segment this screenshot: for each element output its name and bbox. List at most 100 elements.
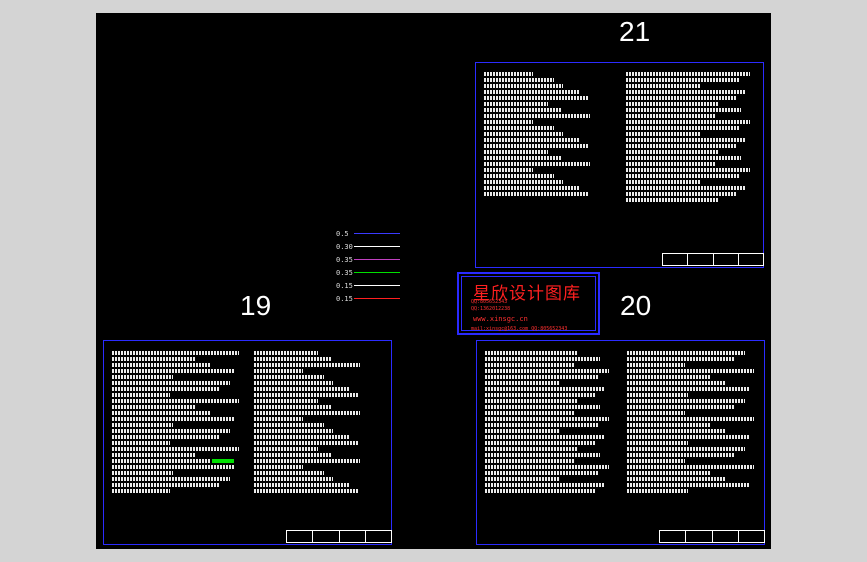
text-line	[626, 192, 754, 196]
text-block-left	[484, 72, 612, 196]
text-line	[485, 363, 613, 367]
text-line	[485, 369, 613, 373]
drawing-sheet-21[interactable]	[475, 62, 764, 268]
text-line	[254, 387, 382, 391]
text-line	[112, 471, 240, 475]
text-line	[112, 405, 240, 409]
text-line	[112, 465, 240, 469]
text-line	[254, 363, 382, 367]
drawing-sheet-19[interactable]	[103, 340, 392, 545]
legend-line	[354, 272, 400, 273]
text-line	[112, 393, 240, 397]
watermark-email: mail:xinsgc@163.com QQ:805652343	[471, 326, 568, 332]
text-line	[254, 399, 382, 403]
text-line	[254, 375, 382, 379]
text-line	[485, 465, 613, 469]
sheet-number-19: 19	[240, 290, 272, 321]
text-line	[485, 459, 613, 463]
text-line	[112, 357, 240, 361]
legend-line	[354, 259, 400, 260]
legend-label: 0.5	[336, 229, 349, 238]
lineweight-legend: 0.5 0.30 0.35 0.35 0.15 0.15	[336, 229, 400, 303]
text-line	[112, 435, 240, 439]
text-line	[627, 465, 755, 469]
text-line	[484, 174, 612, 178]
text-line	[627, 459, 755, 463]
text-line	[254, 453, 382, 457]
text-line	[112, 447, 240, 451]
title-block	[662, 253, 764, 266]
text-line	[484, 90, 612, 94]
text-block-left	[112, 351, 240, 493]
legend-label: 0.15	[336, 281, 353, 290]
text-block-right	[254, 351, 382, 493]
text-line	[485, 489, 613, 493]
text-line	[484, 192, 612, 196]
text-line	[626, 180, 754, 184]
text-line	[626, 108, 754, 112]
legend-row: 0.15	[336, 294, 400, 303]
text-line	[112, 453, 240, 457]
text-line	[627, 381, 755, 385]
legend-line	[354, 298, 400, 299]
text-line	[627, 417, 755, 421]
text-line	[254, 411, 382, 415]
text-line	[626, 96, 754, 100]
text-line	[254, 357, 382, 361]
sheet-number-21: 21	[619, 16, 651, 47]
text-line	[627, 375, 755, 379]
text-line	[626, 156, 754, 160]
text-line	[112, 375, 240, 379]
text-line	[484, 120, 612, 124]
text-line	[627, 405, 755, 409]
green-highlight	[212, 459, 234, 463]
text-line	[627, 453, 755, 457]
legend-row: 0.15	[336, 281, 400, 290]
text-line	[626, 132, 754, 136]
legend-row: 0.35	[336, 268, 400, 277]
legend-line	[354, 246, 400, 247]
text-line	[627, 483, 755, 487]
cad-canvas[interactable]: 21 19 20 0.5 0.30 0.35 0.35 0.15 0.15 星欣…	[96, 13, 771, 549]
text-line	[626, 150, 754, 154]
legend-label: 0.35	[336, 255, 353, 264]
legend-row: 0.35	[336, 255, 400, 264]
drawing-sheet-20[interactable]	[476, 340, 765, 545]
text-line	[112, 483, 240, 487]
text-line	[627, 471, 755, 475]
text-line	[112, 387, 240, 391]
text-line	[627, 357, 755, 361]
text-line	[626, 138, 754, 142]
text-line	[254, 435, 382, 439]
sheet-number-20: 20	[620, 290, 652, 321]
text-line	[254, 489, 382, 493]
text-line	[254, 441, 382, 445]
text-line	[627, 411, 755, 415]
text-line	[627, 369, 755, 373]
text-line	[254, 483, 382, 487]
text-line	[484, 132, 612, 136]
text-line	[626, 72, 754, 76]
text-line	[484, 114, 612, 118]
text-line	[485, 471, 613, 475]
text-line	[485, 453, 613, 457]
legend-line	[354, 233, 400, 234]
text-line	[254, 369, 382, 373]
text-line	[112, 369, 240, 373]
text-line	[485, 411, 613, 415]
watermark-qq-1: QQ:805652343	[471, 299, 508, 305]
text-line	[626, 120, 754, 124]
text-line	[484, 84, 612, 88]
text-block-right	[626, 72, 754, 202]
text-line	[112, 489, 240, 493]
text-line	[485, 375, 613, 379]
legend-row: 0.5	[336, 229, 400, 238]
text-line	[627, 477, 755, 481]
text-line	[254, 471, 382, 475]
text-line	[112, 417, 240, 421]
text-line	[626, 186, 754, 190]
text-line	[485, 381, 613, 385]
legend-row: 0.30	[336, 242, 400, 251]
text-line	[626, 168, 754, 172]
legend-label: 0.30	[336, 242, 353, 251]
